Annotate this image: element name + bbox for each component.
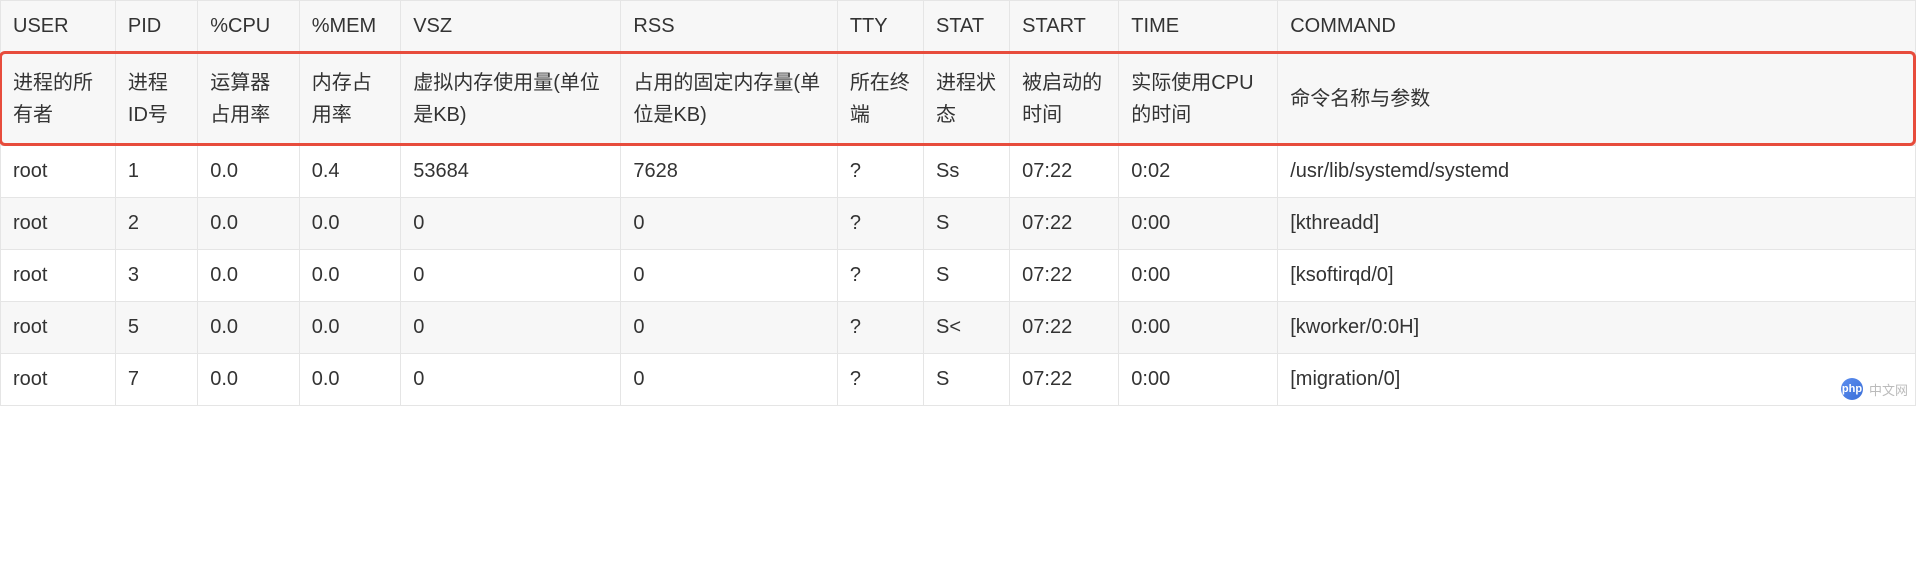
cell-cpu: 0.0	[198, 146, 299, 198]
cell-time: 0:00	[1119, 250, 1278, 302]
col-header-mem: %MEM	[299, 1, 400, 53]
cell-start: 07:22	[1010, 250, 1119, 302]
cell-tty: ?	[837, 146, 923, 198]
table-row: root20.00.000?S07:220:00[kthreadd]	[1, 198, 1916, 250]
col-header-start: START	[1010, 1, 1119, 53]
col-desc-time: 实际使用CPU的时间	[1119, 53, 1278, 146]
cell-rss: 0	[621, 302, 837, 354]
col-desc-tty: 所在终端	[837, 53, 923, 146]
cell-command: [migration/0]	[1278, 354, 1916, 406]
cell-cpu: 0.0	[198, 354, 299, 406]
watermark-logo-icon: php	[1841, 378, 1863, 400]
process-table: USER PID %CPU %MEM VSZ RSS TTY STAT STAR…	[0, 0, 1916, 406]
cell-stat: S	[923, 354, 1009, 406]
cell-command: /usr/lib/systemd/systemd	[1278, 146, 1916, 198]
cell-start: 07:22	[1010, 198, 1119, 250]
col-header-vsz: VSZ	[401, 1, 621, 53]
cell-start: 07:22	[1010, 146, 1119, 198]
col-desc-mem: 内存占用率	[299, 53, 400, 146]
col-desc-vsz: 虚拟内存使用量(单位是KB)	[401, 53, 621, 146]
cell-rss: 0	[621, 354, 837, 406]
cell-time: 0:00	[1119, 354, 1278, 406]
col-header-user: USER	[1, 1, 116, 53]
cell-mem: 0.0	[299, 198, 400, 250]
cell-user: root	[1, 354, 116, 406]
col-header-stat: STAT	[923, 1, 1009, 53]
col-desc-cpu: 运算器占用率	[198, 53, 299, 146]
cell-time: 0:00	[1119, 198, 1278, 250]
table-row: root10.00.4536847628?Ss07:220:02/usr/lib…	[1, 146, 1916, 198]
cell-mem: 0.4	[299, 146, 400, 198]
cell-stat: S	[923, 250, 1009, 302]
cell-user: root	[1, 146, 116, 198]
cell-mem: 0.0	[299, 302, 400, 354]
col-header-time: TIME	[1119, 1, 1278, 53]
watermark: php 中文网	[1841, 378, 1908, 400]
cell-command: [kthreadd]	[1278, 198, 1916, 250]
cell-tty: ?	[837, 354, 923, 406]
cell-stat: Ss	[923, 146, 1009, 198]
col-header-command: COMMAND	[1278, 1, 1916, 53]
col-header-cpu: %CPU	[198, 1, 299, 53]
col-header-tty: TTY	[837, 1, 923, 53]
cell-command: [ksoftirqd/0]	[1278, 250, 1916, 302]
cell-pid: 5	[115, 302, 197, 354]
cell-vsz: 0	[401, 250, 621, 302]
cell-rss: 0	[621, 250, 837, 302]
cell-pid: 7	[115, 354, 197, 406]
cell-time: 0:02	[1119, 146, 1278, 198]
cell-time: 0:00	[1119, 302, 1278, 354]
cell-user: root	[1, 198, 116, 250]
cell-mem: 0.0	[299, 354, 400, 406]
header-row: USER PID %CPU %MEM VSZ RSS TTY STAT STAR…	[1, 1, 1916, 53]
col-desc-rss: 占用的固定内存量(单位是KB)	[621, 53, 837, 146]
cell-pid: 1	[115, 146, 197, 198]
cell-vsz: 53684	[401, 146, 621, 198]
cell-vsz: 0	[401, 302, 621, 354]
cell-cpu: 0.0	[198, 198, 299, 250]
col-header-rss: RSS	[621, 1, 837, 53]
table-row: root50.00.000?S<07:220:00[kworker/0:0H]	[1, 302, 1916, 354]
cell-pid: 2	[115, 198, 197, 250]
col-desc-user: 进程的所有者	[1, 53, 116, 146]
process-body: root10.00.4536847628?Ss07:220:02/usr/lib…	[1, 146, 1916, 406]
cell-rss: 7628	[621, 146, 837, 198]
col-header-pid: PID	[115, 1, 197, 53]
cell-pid: 3	[115, 250, 197, 302]
cell-cpu: 0.0	[198, 250, 299, 302]
cell-tty: ?	[837, 302, 923, 354]
cell-stat: S<	[923, 302, 1009, 354]
cell-stat: S	[923, 198, 1009, 250]
cell-user: root	[1, 302, 116, 354]
cell-mem: 0.0	[299, 250, 400, 302]
cell-start: 07:22	[1010, 302, 1119, 354]
cell-vsz: 0	[401, 354, 621, 406]
cell-rss: 0	[621, 198, 837, 250]
cell-tty: ?	[837, 198, 923, 250]
col-desc-stat: 进程状态	[923, 53, 1009, 146]
cell-vsz: 0	[401, 198, 621, 250]
table-row: root30.00.000?S07:220:00[ksoftirqd/0]	[1, 250, 1916, 302]
col-desc-pid: 进程ID号	[115, 53, 197, 146]
table-row: root70.00.000?S07:220:00[migration/0]	[1, 354, 1916, 406]
cell-command: [kworker/0:0H]	[1278, 302, 1916, 354]
description-row: 进程的所有者 进程ID号 运算器占用率 内存占用率 虚拟内存使用量(单位是KB)…	[1, 53, 1916, 146]
cell-start: 07:22	[1010, 354, 1119, 406]
col-desc-start: 被启动的时间	[1010, 53, 1119, 146]
cell-tty: ?	[837, 250, 923, 302]
cell-cpu: 0.0	[198, 302, 299, 354]
col-desc-command: 命令名称与参数	[1278, 53, 1916, 146]
watermark-text: 中文网	[1869, 380, 1908, 399]
cell-user: root	[1, 250, 116, 302]
